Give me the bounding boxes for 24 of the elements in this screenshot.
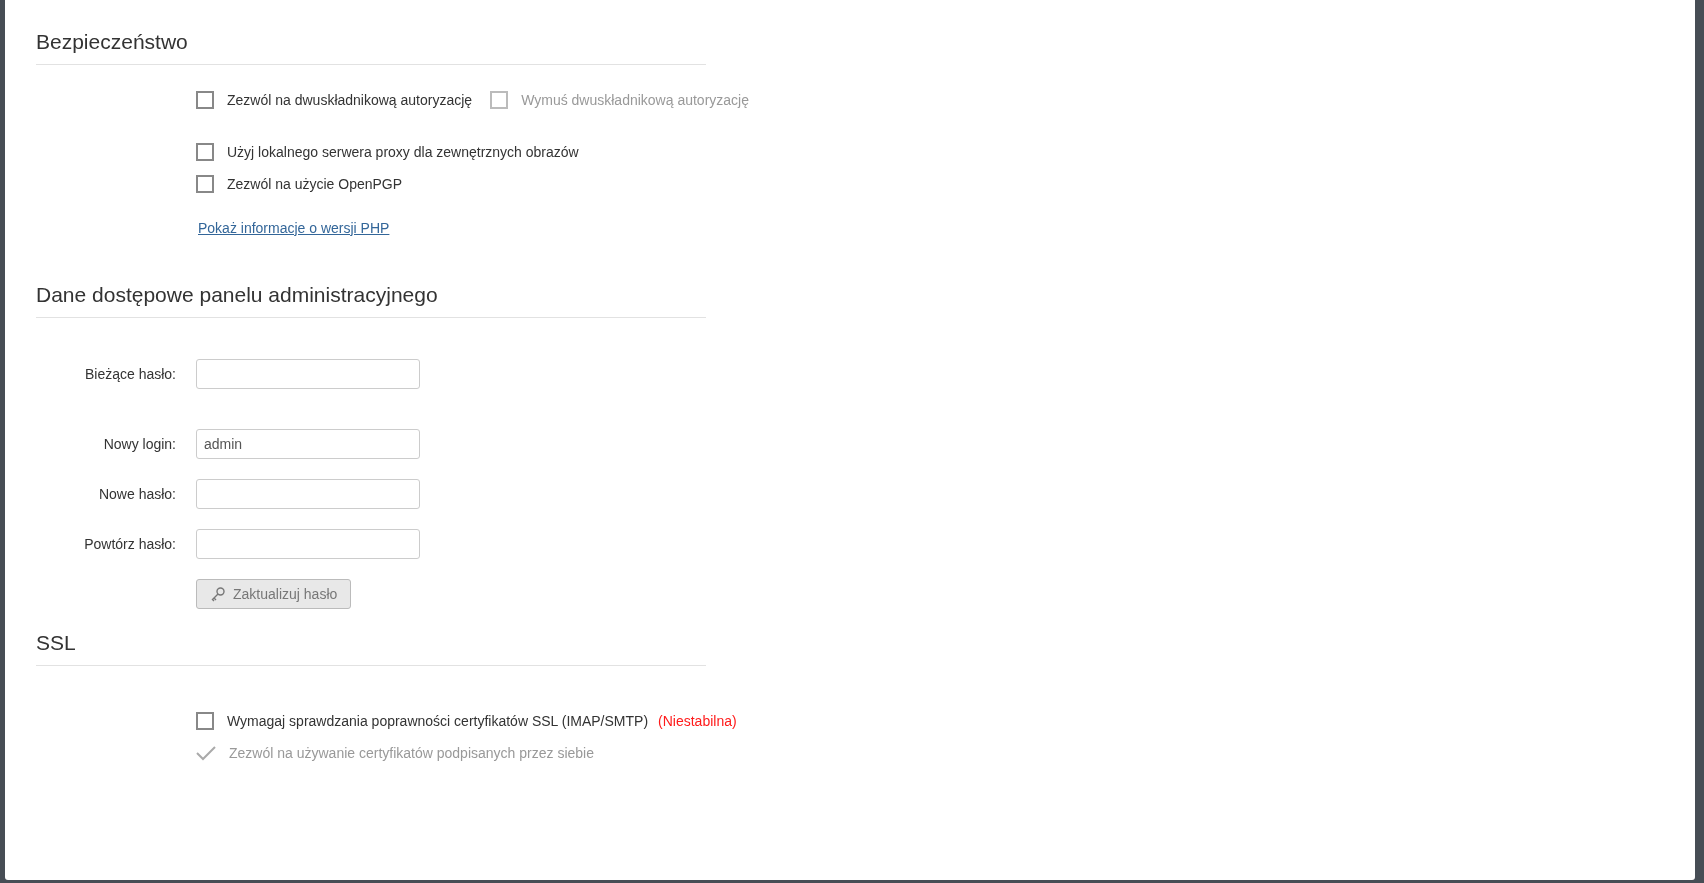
input-field[interactable] [196,479,420,509]
section-title: Dane dostępowe panelu administracyjnego [36,282,439,308]
checkbox-label: Wymagaj sprawdzania poprawności certyfikatów SSL (IMAP/SMTP) [227,711,649,731]
section-title: SSL [36,630,77,656]
php-info-link[interactable]: Pokaż informacje o wersji PHP [198,217,390,239]
field-label: Powtórz hasło: [83,534,176,554]
field-label: Bieżące hasło: [83,364,176,384]
checkbox-label: Zezwól na dwuskładnikową autoryzację [227,90,473,110]
input-field[interactable] [196,529,420,559]
checkbox-label: Zezwól na używanie certyfikatów podpisanych przez siebie [229,743,594,763]
key-icon [210,586,226,602]
field-label: Nowy login: [102,434,176,454]
field-label: Nowe hasło: [97,484,176,504]
checkbox-label: Wymuś dwuskładnikową autoryzację [521,90,749,110]
checkbox[interactable] [196,91,214,109]
checkbox[interactable] [196,143,214,161]
checkbox-label: Zezwól na użycie OpenPGP [227,174,403,194]
section-title: Bezpieczeństwo [36,29,189,55]
input-field[interactable]: admin [196,429,420,459]
input-field[interactable] [196,359,420,389]
checkbox[interactable] [196,175,214,193]
checkbox-label: Użyj lokalnego serwera proxy dla zewnętrznych obrazów [227,142,579,162]
checkbox[interactable] [196,712,214,730]
warning-note: (Niestabilna) [658,711,737,731]
